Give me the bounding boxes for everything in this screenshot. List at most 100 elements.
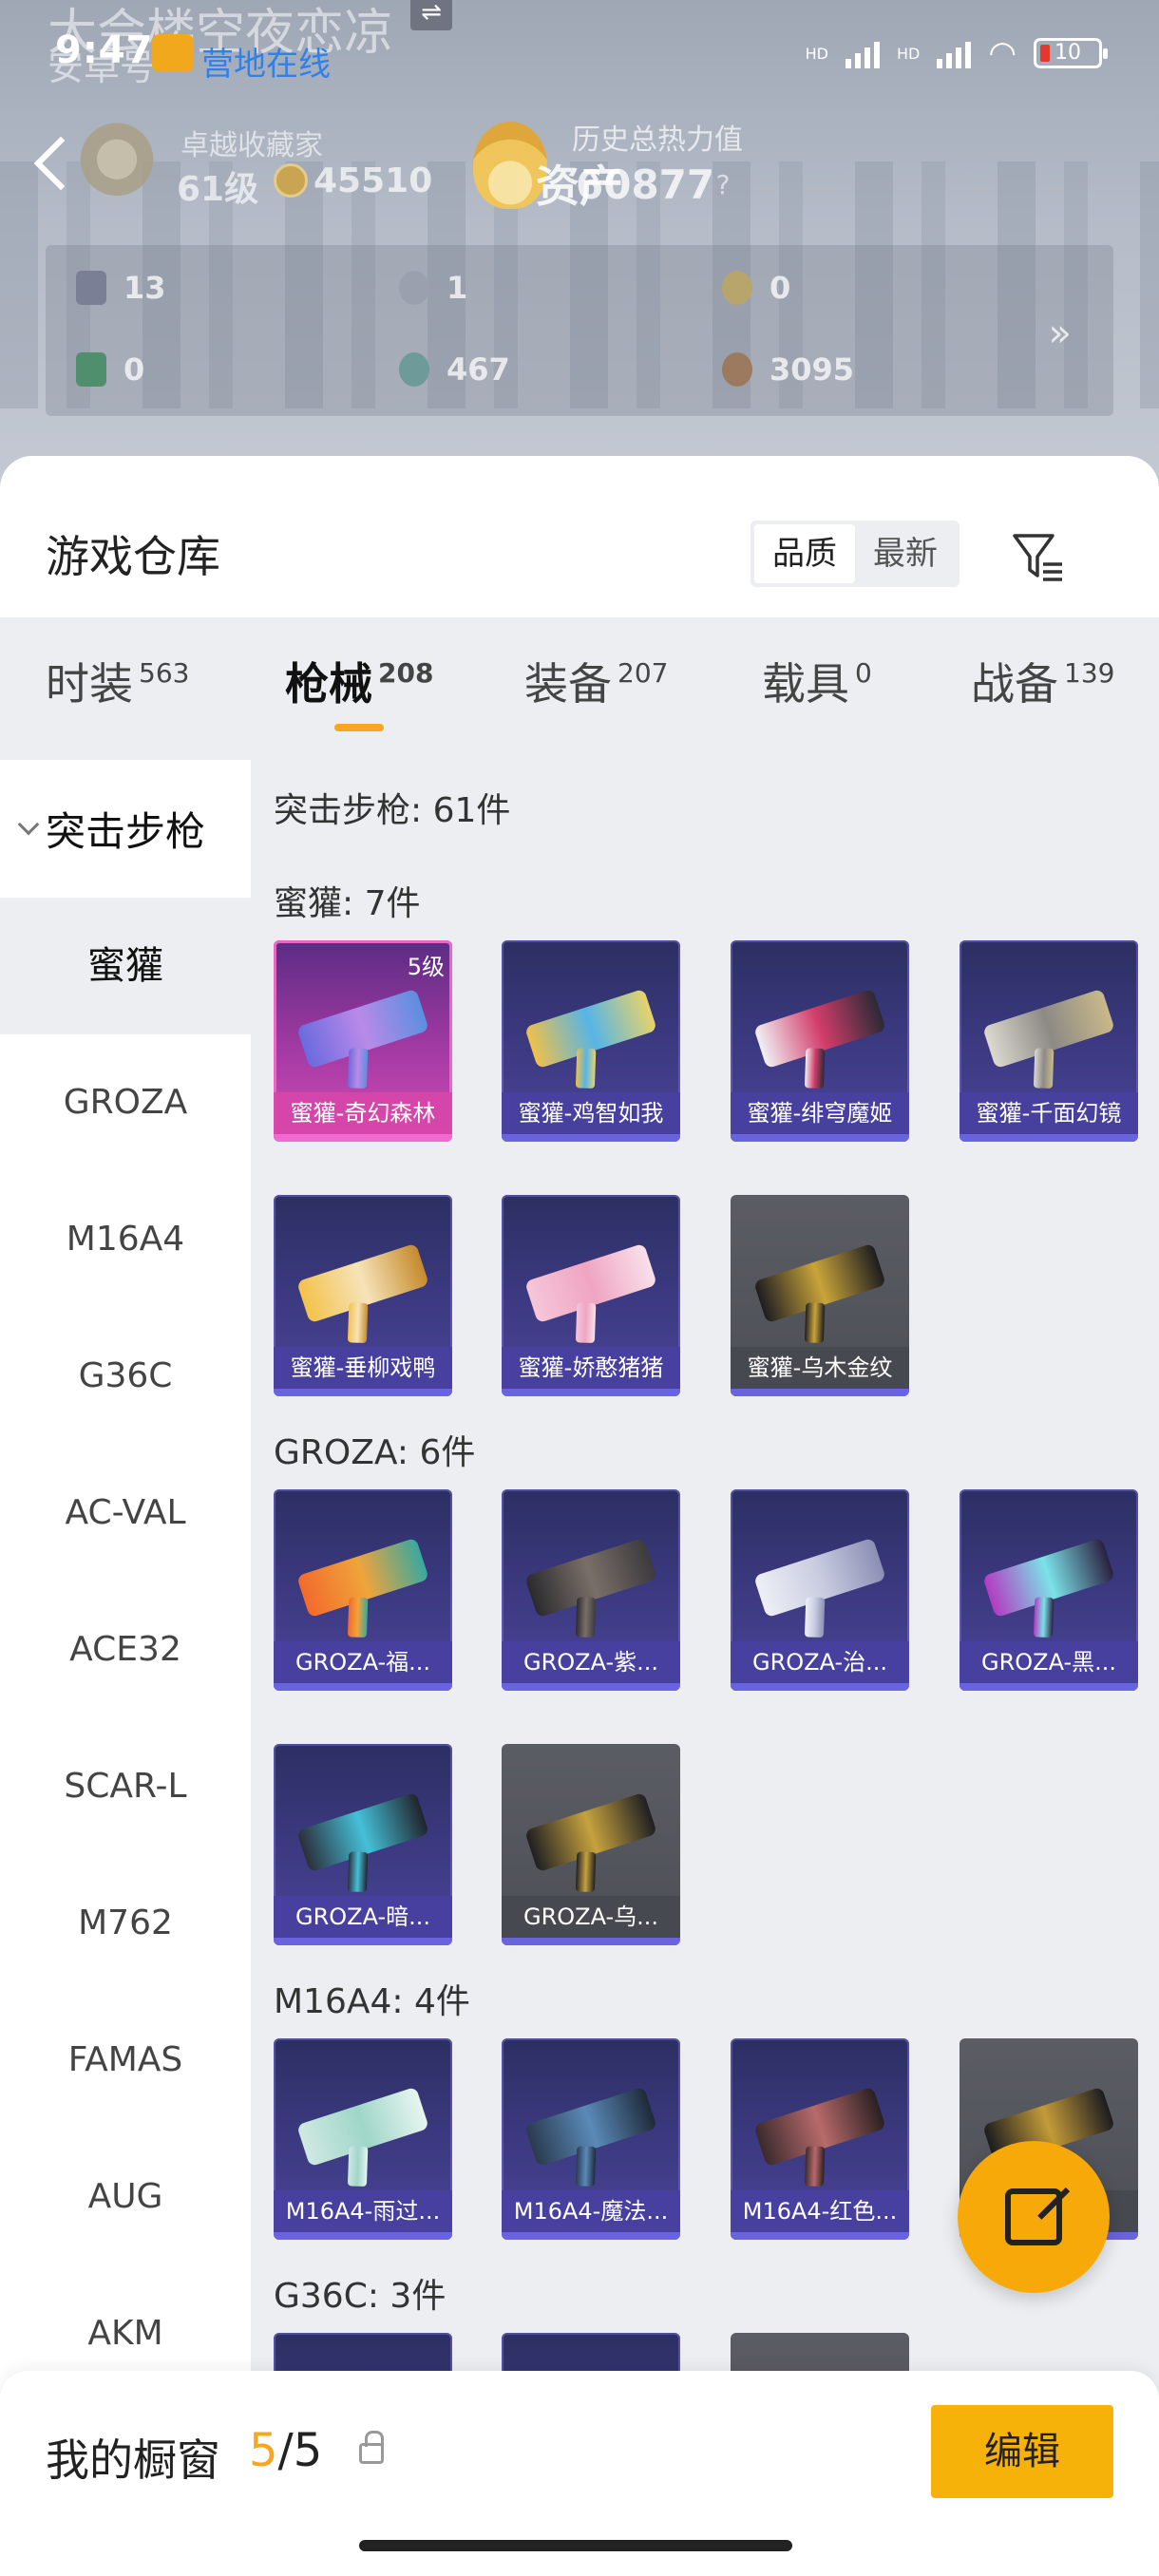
sidebar-item-m16a4[interactable]: M16A4 [0,1171,251,1308]
weapon-name: GROZA-乌... [502,1896,680,1938]
sidebar-category-label: 突击步枪 [46,808,206,855]
tab-equipment[interactable]: 装备 207 [524,650,668,712]
sidebar-item-g36c[interactable]: G36C [0,1308,251,1445]
weapon-image [753,1242,886,1324]
weapon-name: GROZA-黑... [960,1641,1138,1683]
home-indicator[interactable] [359,2540,792,2551]
weapon-card[interactable]: M16A4-红色... [731,2038,909,2240]
weapon-card[interactable]: GROZA-福... [274,1489,452,1691]
coin-value: 45510 [314,161,433,200]
profile-header: 大会楼空夜恋凉 安卓号 ⇌ 9:47 营地在线 HD HD ◠ 10 卓越收藏家… [0,0,1159,494]
stat-item: 3095 [722,351,854,388]
rarity-strip [731,1389,909,1396]
swap-account-icon[interactable]: ⇌ [410,0,452,30]
tab-count: 208 [378,657,434,689]
showcase-bar: 我的橱窗 5/5 编辑 [0,2371,1159,2576]
rarity-strip [274,1683,452,1691]
sidebar-category[interactable]: 突击步枪 [0,760,251,898]
edit-button[interactable]: 编辑 [931,2405,1113,2498]
weapon-card[interactable]: GROZA-治... [731,1489,909,1691]
tab-count: 0 [855,657,872,689]
weapon-card[interactable]: 蜜獾-娇憨猪猪 [502,1195,680,1396]
weapon-name: GROZA-福... [274,1641,452,1683]
tab-label: 装备 [524,658,612,710]
category-tabs: 时装 563 枪械 208 装备 207 载具 0 战备 139 [0,617,1159,760]
rarity-strip [731,1134,909,1142]
signal-icon-2 [937,38,972,68]
weapon-name: 蜜獾-垂柳戏鸭 [274,1347,452,1389]
weapon-name: M16A4-雨过... [274,2190,452,2232]
weapon-image [982,1537,1115,1619]
share-button[interactable] [958,2141,1110,2293]
game-logo-icon [152,34,194,72]
sort-newest-button[interactable]: 最新 [855,524,956,583]
assets-label: 资产 [536,161,623,212]
weapon-card[interactable]: M16A4-雨过... [274,2038,452,2240]
help-icon[interactable]: ? [707,169,739,201]
weapon-card[interactable]: GROZA-乌... [502,1744,680,1945]
weapon-card[interactable]: 蜜獾-千面幻镜 [960,940,1138,1142]
weapon-name: 蜜獾-千面幻镜 [960,1092,1138,1134]
section-title: M16A4: 4件 [274,1982,470,2021]
tab-fashion[interactable]: 时装 563 [46,650,189,712]
sidebar-item-m762[interactable]: M762 [0,1855,251,1992]
sidebar-item-ace32[interactable]: ACE32 [0,1582,251,1718]
weapon-card[interactable]: GROZA-紫... [502,1489,680,1691]
sort-quality-button[interactable]: 品质 [754,524,855,583]
tab-count: 207 [618,657,669,689]
player-level: 61级 [177,170,259,209]
sidebar-item-groza[interactable]: GROZA [0,1034,251,1171]
rarity-strip [502,1938,680,1945]
weapon-image [753,1537,886,1619]
hd-label-1: HD [805,44,828,63]
stat-item: 0 [722,270,790,306]
rarity-strip [502,1134,680,1142]
tab-count: 563 [139,657,190,689]
rarity-strip [960,1134,1138,1142]
weapon-image [524,1791,657,1873]
tab-supplies[interactable]: 战备 139 [971,650,1114,712]
weapon-card[interactable]: 5级 蜜獾-奇幻森林 [274,940,452,1142]
weapon-card[interactable]: M16A4-魔法... [502,2038,680,2240]
sidebar-item-ac-val[interactable]: AC-VAL [0,1445,251,1582]
sidebar-item-famas[interactable]: FAMAS [0,1992,251,2129]
stat-value: 3095 [770,351,855,388]
weapon-card[interactable]: 蜜獾-鸡智如我 [502,940,680,1142]
sidebar-item-aug[interactable]: AUG [0,2129,251,2265]
stat-item: 13 [76,270,166,306]
sidebar-item-honey-badger[interactable]: 蜜獾 [0,898,251,1034]
tab-count: 139 [1064,657,1115,689]
battery-level: 10 [1054,41,1081,65]
rarity-strip [274,2232,452,2240]
lock-icon [359,2431,384,2464]
rarity-strip [274,1938,452,1945]
rarity-strip [731,1683,909,1691]
stat-value: 13 [124,270,166,306]
showcase-current: 5 [249,2424,278,2477]
weapon-image [753,988,886,1070]
weapon-name: GROZA-治... [731,1641,909,1683]
stat-item: 1 [399,270,467,306]
rarity-strip [731,2232,909,2240]
camp-online-status: 营地在线 [201,46,331,84]
stats-more-icon[interactable]: » [1049,312,1072,355]
rarity-strip [502,1683,680,1691]
filter-icon[interactable] [1009,528,1066,585]
weapon-card[interactable]: GROZA-黑... [960,1489,1138,1691]
stats-panel[interactable]: 13 1 0 0 467 3095 » [46,245,1113,416]
weapon-image [296,1791,429,1873]
share-icon [1005,2188,1062,2245]
sidebar-item-scar-l[interactable]: SCAR-L [0,1718,251,1855]
tab-firearms[interactable]: 枪械 208 [285,650,433,712]
tab-vehicles[interactable]: 载具 0 [762,650,872,712]
sort-toggle: 品质 最新 [750,521,960,587]
stat-item: 0 [76,351,144,388]
weapon-card[interactable]: GROZA-暗... [274,1744,452,1945]
tab-label: 时装 [46,658,133,710]
gold-badge-icon [722,271,752,305]
weapon-card[interactable]: 蜜獾-垂柳戏鸭 [274,1195,452,1396]
weapon-image [524,988,657,1070]
section-title: GROZA: 6件 [274,1433,476,1472]
weapon-card[interactable]: 蜜獾-绯穹魔姬 [731,940,909,1142]
weapon-card[interactable]: 蜜獾-乌木金纹 [731,1195,909,1396]
